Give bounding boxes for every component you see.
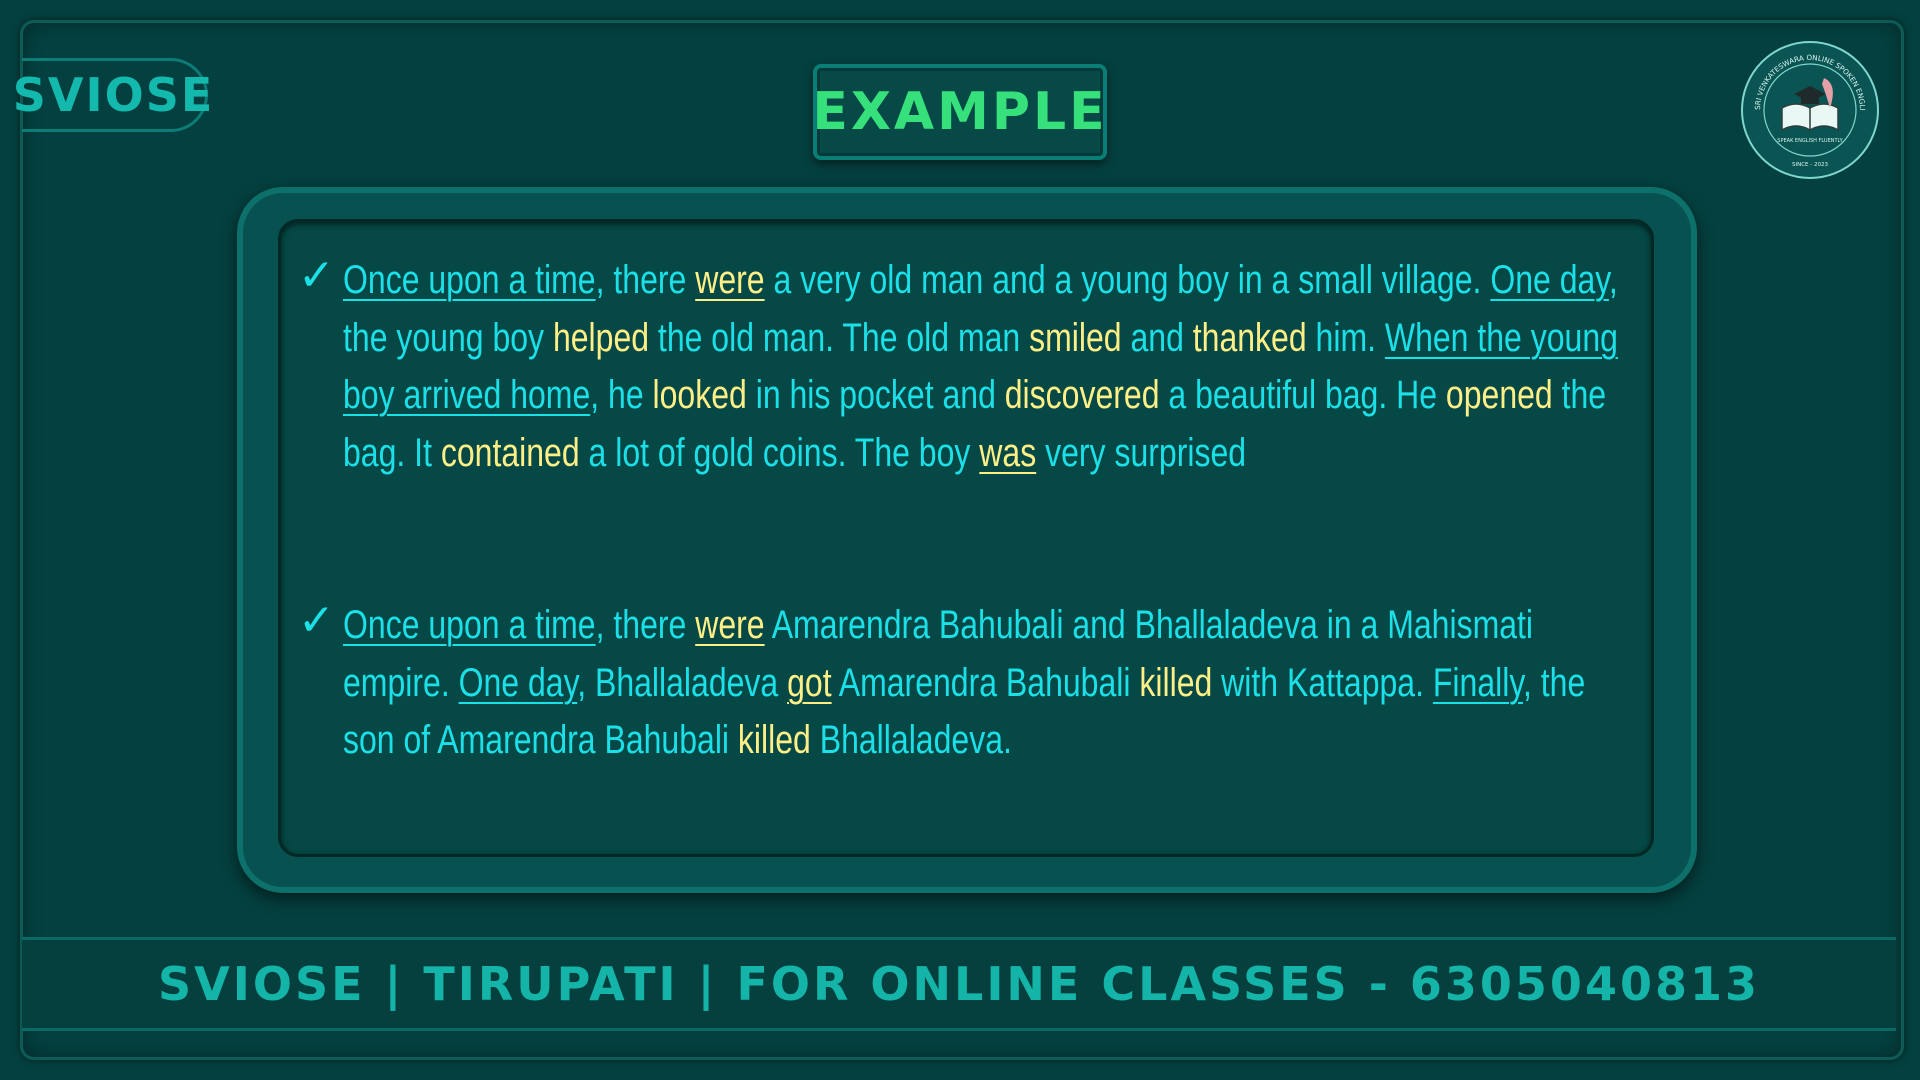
paragraph-text: a beautiful bag. He (1159, 373, 1446, 417)
school-seal-icon: SRI VENKATESWARA ONLINE SPOKEN ENGLISH S… (1738, 38, 1879, 179)
underlined-phrase: One day (1490, 258, 1609, 302)
paragraph-text: , there (595, 258, 696, 302)
highlighted-verb: got (787, 660, 832, 705)
highlighted-verb: smiled (1029, 315, 1122, 360)
highlighted-verb: thanked (1192, 315, 1307, 360)
paragraph-text: a very old man and a young boy in a smal… (764, 258, 1491, 302)
brand-tab-label: SVIOSE (12, 68, 215, 122)
paragraph-text: , he (590, 373, 653, 417)
highlighted-verb: killed (1139, 660, 1213, 705)
paragraph-text: the old man. The old man (649, 315, 1030, 360)
paragraph-text: very surprised (1036, 430, 1247, 475)
highlighted-verb: was (979, 430, 1037, 475)
paragraph-text: , Bhallaladeva (577, 660, 788, 705)
logo-since: SINCE - 2023 (1792, 162, 1829, 168)
paragraph-text: him. (1306, 315, 1385, 360)
footer-bar: SVIOSE | TIRUPATI | FOR ONLINE CLASSES -… (22, 937, 1896, 1031)
example-paragraph-1: Once upon a time, there were a very old … (343, 252, 1633, 482)
highlighted-verb: discovered (1004, 373, 1160, 417)
brand-tab: SVIOSE (13, 58, 212, 132)
title-box: EXAMPLE (812, 64, 1108, 160)
example-paragraph-2: Once upon a time, there were Amarendra B… (343, 597, 1633, 770)
check-icon: ✓ (298, 595, 335, 646)
highlighted-verb: were (695, 258, 765, 302)
paragraph-text: in his pocket and (746, 373, 1005, 417)
paragraph-text: with Kattappa. (1212, 660, 1433, 705)
logo-tagline: SPEAK ENGLISH FLUENTLY (1777, 138, 1843, 144)
underlined-phrase: One day (458, 660, 578, 705)
paragraph-text: Amarendra Bahubali (831, 660, 1140, 705)
underlined-phrase: Once upon a time (343, 603, 596, 647)
highlighted-verb: helped (552, 315, 650, 360)
paragraph-text: , there (595, 603, 696, 647)
underlined-phrase: Once upon a time (343, 258, 596, 302)
paragraph-text: Bhallaladeva. (810, 718, 1012, 762)
check-icon: ✓ (298, 250, 335, 301)
highlighted-verb: contained (440, 430, 580, 475)
highlighted-verb: were (695, 603, 765, 647)
highlighted-verb: opened (1445, 373, 1553, 417)
paragraph-text: a lot of gold coins. The boy (579, 430, 980, 475)
highlighted-verb: looked (652, 373, 747, 417)
slide-title: EXAMPLE (812, 82, 1108, 142)
footer-text: SVIOSE | TIRUPATI | FOR ONLINE CLASSES -… (158, 957, 1760, 1011)
paragraph-text: and (1121, 315, 1193, 360)
highlighted-verb: killed (737, 718, 811, 762)
underlined-phrase: Finally (1432, 660, 1523, 705)
